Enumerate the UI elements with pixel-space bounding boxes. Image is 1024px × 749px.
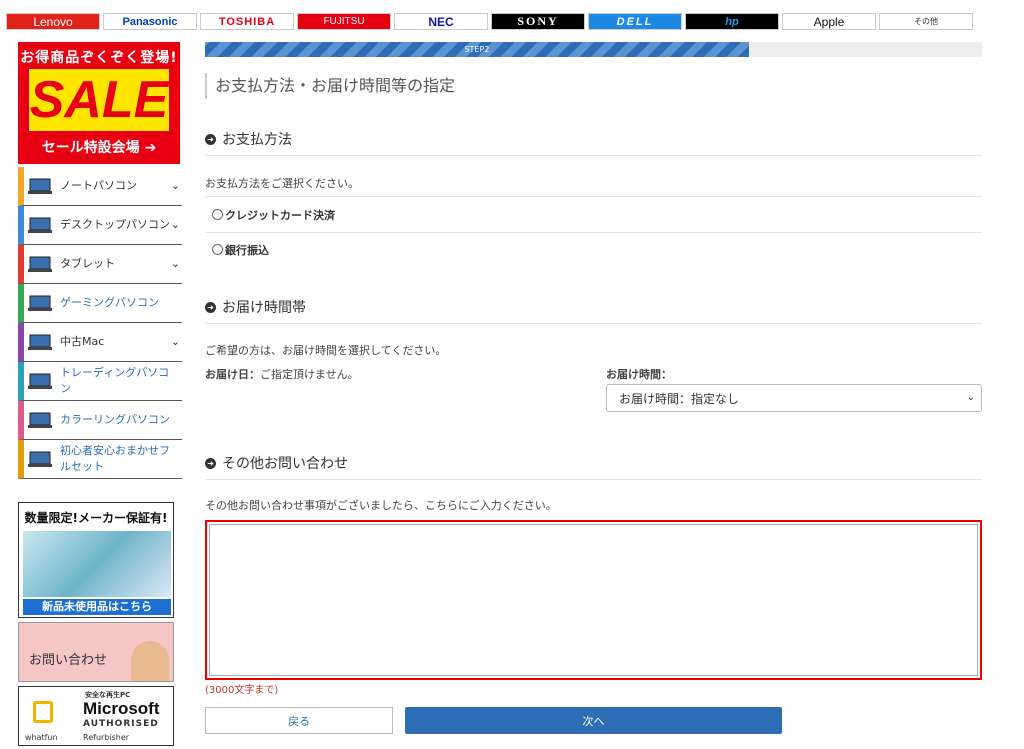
delivery-heading-label: お届け時間帯 <box>222 300 306 316</box>
sidebar-item-label: タブレット <box>60 257 115 270</box>
inquiry-section-heading: ➜ その他お問い合わせ <box>205 447 982 480</box>
back-button[interactable]: 戻る <box>205 707 393 734</box>
sale-banner-link-label: セール特設会場 <box>41 140 140 156</box>
brand-lenovo-link[interactable]: Lenovo <box>6 13 100 30</box>
brand-apple-link[interactable]: Apple <box>782 13 876 30</box>
sidebar-item-5[interactable]: トレーディングパソコン <box>18 362 182 401</box>
payment-option-bank-transfer[interactable]: 銀行振込 <box>205 232 982 267</box>
delivery-time-label: お届け時間： <box>606 368 672 381</box>
payment-option-credit-card[interactable]: クレジットカード決済 <box>205 196 982 233</box>
badge-brand: Microsoft <box>83 699 160 718</box>
trading-icon <box>26 370 54 392</box>
chevron-down-icon: ⌄ <box>966 392 975 403</box>
sidebar-item-3[interactable]: ゲーミングパソコン <box>18 284 182 323</box>
mac-icon <box>26 331 54 353</box>
chevron-down-icon[interactable]: ⌄ <box>171 179 180 192</box>
next-button[interactable]: 次へ <box>405 707 782 734</box>
delivery-date-value: ご指定頂けません。 <box>260 368 359 381</box>
sale-banner-link: セール特設会場 ➔ <box>18 137 180 157</box>
gaming-icon <box>26 292 54 314</box>
payment-instruction: お支払方法をご選択ください。 <box>205 177 359 190</box>
sidebar-item-7[interactable]: 初心者安心おまかせフルセット <box>18 440 182 479</box>
inquiry-textarea-input[interactable] <box>209 524 978 676</box>
payment-option-label: 銀行振込 <box>225 243 269 257</box>
category-nav: ノートパソコン ⌄ デスクトップパソコン ⌄ タブレット ⌄ ゲーミングパソコン 中古Mac ⌄… <box>18 167 182 479</box>
sidebar-item-label: 中古Mac <box>60 335 105 348</box>
chevron-down-icon[interactable]: ⌄ <box>171 218 180 231</box>
sidebar-item-1[interactable]: デスクトップパソコン ⌄ <box>18 206 182 245</box>
radio-icon[interactable] <box>212 244 223 255</box>
sidebar-item-label: デスクトップパソコン <box>60 218 170 231</box>
payment-heading-label: お支払方法 <box>222 132 292 148</box>
radio-icon[interactable] <box>212 209 223 220</box>
tablet-icon <box>26 253 54 275</box>
chevron-down-icon[interactable]: ⌄ <box>171 335 180 348</box>
sidebar-item-label: ノートパソコン <box>60 179 137 192</box>
brand-fujitsu-link[interactable]: FUJITSU <box>297 13 391 30</box>
beginner-icon <box>26 448 54 470</box>
color-icon <box>26 409 54 431</box>
delivery-section-heading: ➜ お届け時間帯 <box>205 291 982 324</box>
laptop-icon <box>26 175 54 197</box>
brand-nec-link[interactable]: NEC <box>394 13 488 30</box>
microsoft-refurbisher-badge: whatfun 安全な再生PC Microsoft AUTHORISED Ref… <box>18 686 174 746</box>
arrow-circle-icon: ➜ <box>205 301 216 313</box>
laptop-image <box>23 531 171 597</box>
delivery-date: お届け日：ご指定頂けません。 <box>205 366 359 382</box>
step-progress-bar: STEP2 <box>205 42 982 57</box>
whatfun-logo-icon <box>33 701 53 723</box>
inquiry-heading-label: その他お問い合わせ <box>222 456 348 472</box>
arrow-circle-icon: ➔ <box>144 140 157 156</box>
promo-link: 新品未使用品はこちら <box>23 599 171 615</box>
chevron-down-icon[interactable]: ⌄ <box>171 257 180 270</box>
sidebar-item-label: トレーディングパソコン <box>60 366 170 395</box>
brand-hp-link[interactable]: hp <box>685 13 779 30</box>
delivery-time-value: お届け時間：指定なし <box>619 391 740 406</box>
brand-panasonic-link[interactable]: Panasonic <box>103 13 197 30</box>
promo-title: 数量限定!メーカー保証有! <box>24 511 168 525</box>
new-unused-promo-banner[interactable]: 数量限定!メーカー保証有! 新品未使用品はこちら <box>18 502 174 618</box>
brand-sony-link[interactable]: SONY <box>491 13 585 30</box>
whatfun-label: whatfun <box>25 733 58 742</box>
page-title: お支払方法・お届け時間等の指定 <box>205 73 455 99</box>
payment-option-label: クレジットカード決済 <box>225 208 335 222</box>
sidebar-item-label: カラーリングパソコン <box>60 413 170 426</box>
brand-その他-link[interactable]: その他 <box>879 13 973 30</box>
sidebar-item-label: ゲーミングパソコン <box>60 296 159 309</box>
sidebar-item-4[interactable]: 中古Mac ⌄ <box>18 323 182 362</box>
contact-label: お問い合わせ <box>29 653 108 668</box>
delivery-time-select[interactable]: お届け時間：指定なし ⌄ <box>606 384 982 412</box>
sale-banner-tagline: お得商品ぞくぞく登場! <box>20 50 178 66</box>
step-label: STEP2 <box>464 45 490 54</box>
sidebar-item-2[interactable]: タブレット ⌄ <box>18 245 182 284</box>
contact-banner[interactable]: お問い合わせ <box>18 622 174 682</box>
character-limit-note: (3000文字まで) <box>205 685 279 696</box>
support-person-image <box>131 641 169 681</box>
arrow-circle-icon: ➜ <box>205 133 216 145</box>
inquiry-textarea[interactable] <box>205 520 982 680</box>
sidebar-item-label: 初心者安心おまかせフルセット <box>60 444 170 473</box>
badge-refurbisher: Refurbisher <box>83 733 130 742</box>
delivery-instruction: ご希望の方は、お届け時間を選択してください。 <box>205 344 447 357</box>
sidebar-item-0[interactable]: ノートパソコン ⌄ <box>18 167 182 206</box>
inquiry-instruction: その他お問い合わせ事項がございましたら、こちらにご入力ください。 <box>205 499 557 512</box>
delivery-date-label: お届け日： <box>205 368 260 381</box>
brand-dell-link[interactable]: DELL <box>588 13 682 30</box>
badge-authorised: AUTHORISED <box>83 719 159 729</box>
step-progress-fill: STEP2 <box>205 42 749 57</box>
payment-section-heading: ➜ お支払方法 <box>205 123 982 156</box>
arrow-circle-icon: ➜ <box>205 457 216 469</box>
desktop-icon <box>26 214 54 236</box>
brand-toshiba-link[interactable]: TOSHIBA <box>200 13 294 30</box>
sidebar-item-6[interactable]: カラーリングパソコン <box>18 401 182 440</box>
sale-banner[interactable]: お得商品ぞくぞく登場! SALE セール特設会場 ➔ <box>18 42 180 164</box>
brand-bar: Lenovo Panasonic TOSHIBA FUJITSU NEC SONY DELL… <box>6 13 1018 31</box>
sale-banner-title: SALE <box>29 69 169 131</box>
